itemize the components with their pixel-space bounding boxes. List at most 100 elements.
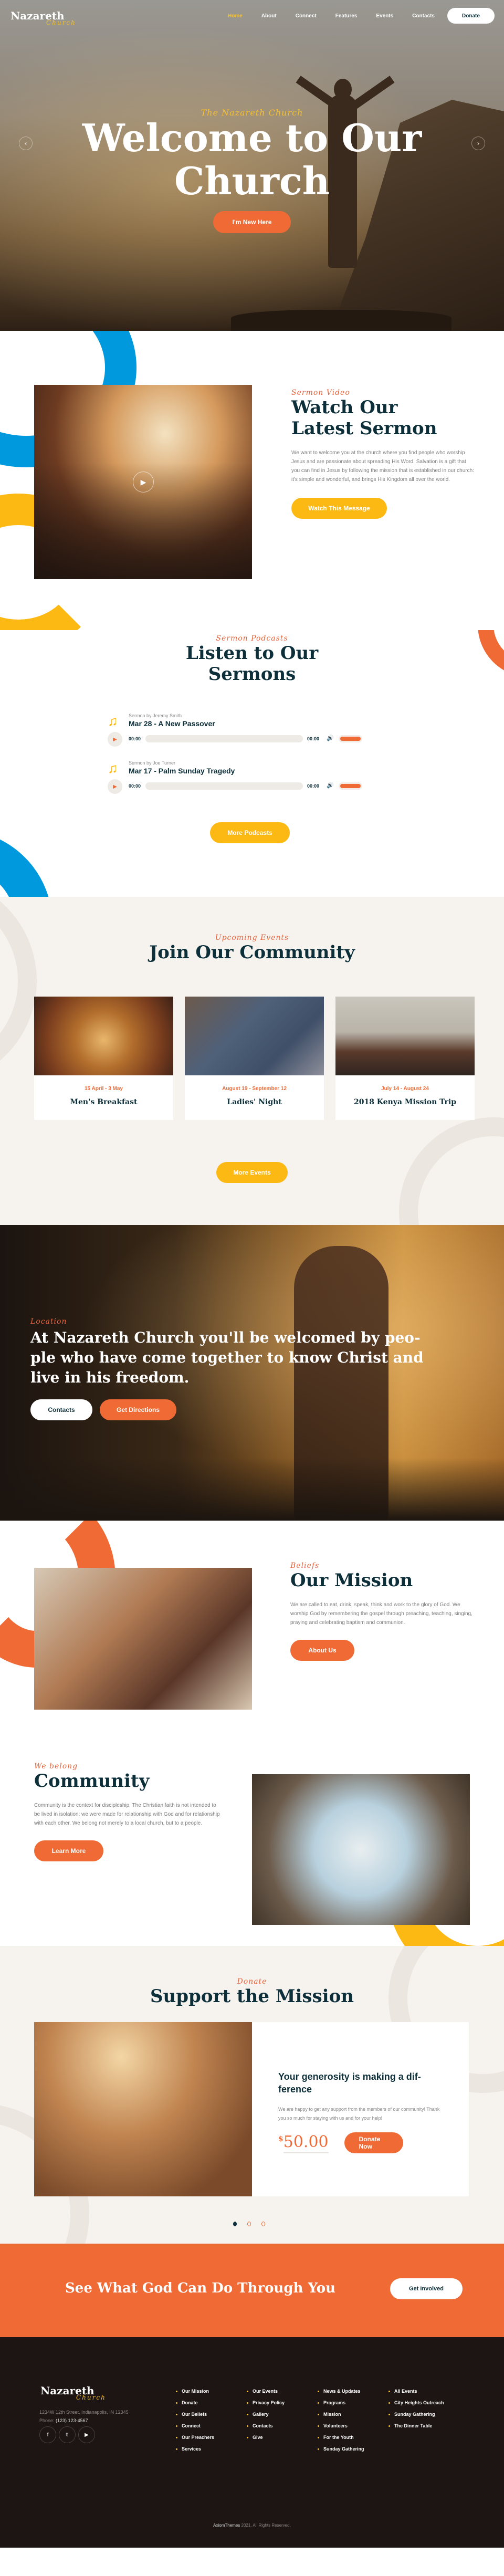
phone-number[interactable]: (123) 123-4567 — [56, 2418, 88, 2423]
sermon-video-body: We want to welcome you at the church whe… — [291, 450, 474, 483]
location-section: Location At Nazareth Church you'll be we… — [0, 1225, 504, 1521]
footer-link[interactable]: City Heights Outreach — [388, 2397, 444, 2409]
chevron-right-icon[interactable]: › — [471, 137, 485, 150]
get-directions-button[interactable]: Get Directions — [100, 1399, 176, 1420]
event-cards: 15 April - 3 May Men's Breakfast August … — [34, 997, 475, 1120]
music-note-icon: ♫ — [108, 713, 118, 729]
footer-link[interactable]: Connect — [176, 2420, 214, 2432]
events-section: Upcoming Events Join Our Community 15 Ap… — [0, 897, 504, 1225]
amount-value: 50.00 — [283, 2133, 329, 2153]
footer-link[interactable]: Privacy Policy — [247, 2397, 285, 2409]
hero-title: Welcome to Our Church — [0, 117, 504, 203]
footer-link[interactable]: Programs — [318, 2397, 364, 2409]
youtube-icon[interactable]: ▶ — [78, 2426, 95, 2443]
footer-link[interactable]: Give — [247, 2432, 285, 2443]
footer-link[interactable]: Our Beliefs — [176, 2409, 214, 2420]
chevron-left-icon[interactable]: ‹ — [19, 137, 33, 150]
slider-dot-1[interactable] — [233, 2222, 237, 2226]
footer-link[interactable]: All Events — [388, 2385, 444, 2397]
donate-heading: Donate Support the Mission — [0, 1977, 504, 2007]
watch-message-button[interactable]: Watch This Message — [291, 498, 387, 519]
podcasts-heading: Sermon Podcasts Listen to Our Sermons — [0, 634, 504, 685]
event-image — [335, 997, 475, 1075]
footer-link[interactable]: News & Updates — [318, 2385, 364, 2397]
twitter-icon[interactable]: 𝕥 — [59, 2426, 76, 2443]
event-image — [34, 997, 173, 1075]
more-events-button[interactable]: More Events — [216, 1162, 288, 1183]
event-date: 15 April - 3 May — [85, 1086, 123, 1092]
footer-link[interactable]: Contacts — [247, 2420, 285, 2432]
facebook-icon[interactable]: f — [39, 2426, 56, 2443]
social-links: f 𝕥 ▶ — [39, 2426, 95, 2443]
podcasts-section: Sermon Podcasts Listen to Our Sermons ♫ … — [0, 630, 504, 897]
footer-link[interactable]: Sunday Gathering — [388, 2409, 444, 2420]
location-title: At Nazareth Church you'll be welcomed by… — [30, 1329, 424, 1386]
nav-contacts[interactable]: Contacts — [403, 13, 444, 19]
footer-link[interactable]: The Dinner Table — [388, 2420, 444, 2432]
play-icon[interactable]: ▶ — [133, 472, 154, 493]
slider-dot-2[interactable] — [247, 2222, 251, 2226]
donate-title: Support the Mission — [150, 1986, 354, 2007]
volume-slider[interactable] — [339, 782, 362, 790]
nav-about[interactable]: About — [252, 13, 286, 19]
nav-features[interactable]: Features — [326, 13, 367, 19]
donation-amount[interactable]: $ 50.00 — [278, 2133, 329, 2153]
track-progress-bar[interactable] — [145, 782, 303, 790]
donation-card: Your generosity is making a dif-ference … — [252, 2022, 469, 2196]
track-duration: 00:00 — [307, 736, 320, 741]
footer-link[interactable]: Sunday Gathering — [318, 2443, 364, 2455]
slider-dot-3[interactable] — [261, 2222, 265, 2226]
footer-column-2: Our Events Privacy Policy Gallery Contacts G… — [247, 2385, 285, 2443]
hero-title-line1: Welcome to Our — [82, 116, 422, 160]
im-new-here-button[interactable]: I'm New Here — [213, 211, 291, 233]
event-card[interactable]: July 14 - August 24 2018 Kenya Mission T… — [335, 997, 475, 1120]
site-header: Nazareth Church Home About Connect Featu… — [0, 0, 504, 32]
footer-contact: 1234W 12th Street, Indianapolis, IN 1234… — [39, 2408, 129, 2425]
events-title: Join Our Community — [149, 942, 355, 963]
nav-home[interactable]: Home — [218, 13, 252, 19]
donate-section: Donate Support the Mission Your generosi… — [0, 1946, 504, 2244]
events-heading: Upcoming Events Join Our Community — [0, 934, 504, 963]
sermon-video-text: Sermon Video Watch Our Latest Sermon We … — [291, 389, 475, 519]
nav-connect[interactable]: Connect — [286, 13, 326, 19]
volume-slider[interactable] — [339, 735, 362, 742]
event-date: July 14 - August 24 — [381, 1086, 429, 1092]
more-podcasts-button[interactable]: More Podcasts — [210, 822, 290, 843]
footer-link[interactable]: Mission — [318, 2409, 364, 2420]
event-title[interactable]: Ladies' Night — [185, 1098, 324, 1106]
event-card[interactable]: 15 April - 3 May Men's Breakfast — [34, 997, 173, 1120]
play-icon[interactable]: ▶ — [108, 779, 122, 794]
mission-body: We are called to eat, drink, speak, thin… — [290, 1602, 472, 1626]
footer-link[interactable]: Donate — [176, 2397, 214, 2409]
get-involved-button[interactable]: Get Involved — [390, 2278, 463, 2299]
event-title[interactable]: 2018 Kenya Mission Trip — [335, 1098, 475, 1106]
volume-icon[interactable]: 🔊 — [327, 782, 334, 789]
volume-icon[interactable]: 🔊 — [327, 735, 334, 741]
event-title[interactable]: Men's Breakfast — [34, 1098, 173, 1106]
learn-more-button[interactable]: Learn More — [34, 1840, 103, 1861]
contacts-button[interactable]: Contacts — [30, 1399, 92, 1420]
podcasts-title-line1: Listen to Our — [185, 643, 319, 664]
footer-link[interactable]: Our Events — [247, 2385, 285, 2397]
copyright-brand[interactable]: AxiomThemes — [213, 2523, 240, 2528]
about-us-button[interactable]: About Us — [290, 1640, 354, 1661]
track-author: Sermon by Joe Turner — [129, 760, 176, 766]
sermon-video-thumbnail[interactable]: ▶ — [34, 385, 252, 579]
footer-link[interactable]: Gallery — [247, 2409, 285, 2420]
footer-link[interactable]: Services — [176, 2443, 214, 2455]
donate-now-button[interactable]: Donate Now — [344, 2132, 403, 2153]
footer-link[interactable]: Volunteers — [318, 2420, 364, 2432]
footer-logo[interactable]: Nazareth Church — [39, 2379, 113, 2401]
nav-events[interactable]: Events — [366, 13, 403, 19]
track-author: Sermon by Jeremy Smith — [129, 713, 182, 718]
footer-link[interactable]: For the Youth — [318, 2432, 364, 2443]
play-icon[interactable]: ▶ — [108, 732, 122, 747]
event-card[interactable]: August 19 - September 12 Ladies' Night — [185, 997, 324, 1120]
track-progress-bar[interactable] — [145, 735, 303, 742]
donation-card-title: Your generosity is making a dif-ference — [278, 2071, 421, 2095]
community-title: Community — [34, 1771, 150, 1792]
footer-link[interactable]: Our Mission — [176, 2385, 214, 2397]
footer-link[interactable]: Our Preachers — [176, 2432, 214, 2443]
header-donate-button[interactable]: Donate — [447, 8, 495, 24]
logo[interactable]: Nazareth Church — [9, 4, 83, 27]
